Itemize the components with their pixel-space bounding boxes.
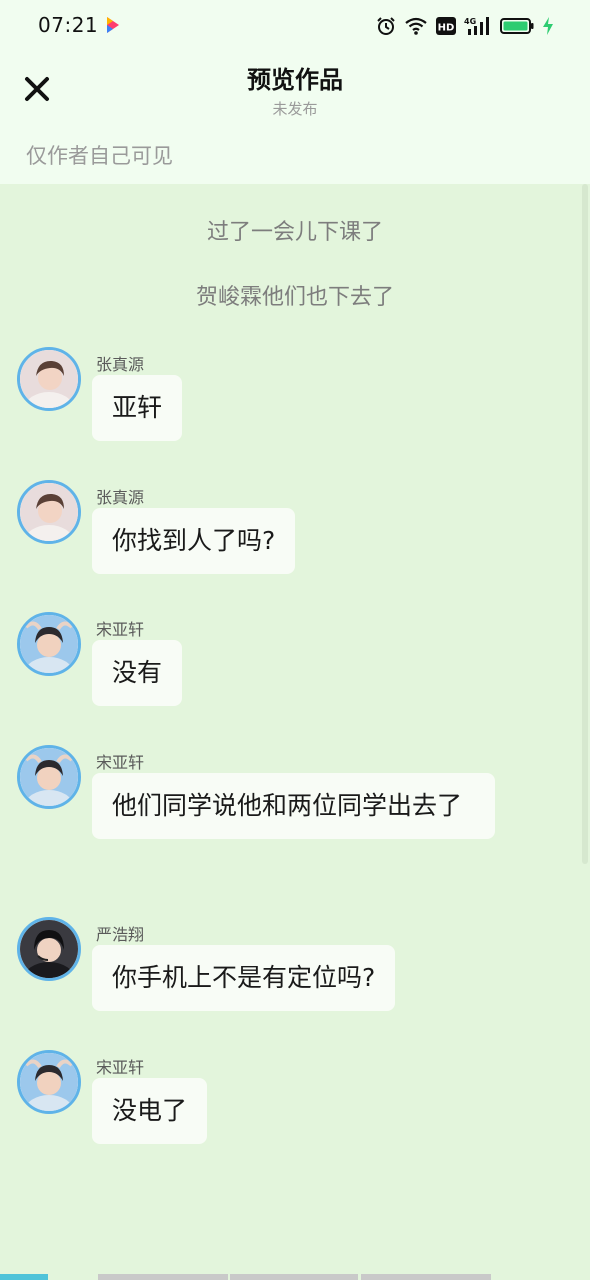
- sender-name: 宋亚轩: [96, 753, 145, 772]
- message-bubble: 没电了: [92, 1078, 208, 1144]
- hd-icon: HD: [436, 17, 456, 35]
- avatar[interactable]: [17, 347, 81, 411]
- header: 预览作品 未发布 仅作者自己可见: [0, 52, 590, 184]
- tab-indicator[interactable]: [361, 1274, 491, 1280]
- avatar[interactable]: [17, 917, 81, 981]
- avatar[interactable]: [17, 480, 81, 544]
- status-time: 07:21: [38, 13, 99, 37]
- wifi-icon: [405, 17, 427, 35]
- publish-status: 未发布: [272, 100, 318, 118]
- message-bubble: 没有: [92, 640, 183, 706]
- sender-name: 张真源: [96, 488, 145, 507]
- message-bubble: 你找到人了吗?: [92, 508, 296, 574]
- battery-icon: [500, 18, 534, 34]
- app-badge-icon: [107, 17, 119, 33]
- bottom-tab-strip: [0, 1274, 590, 1280]
- tab-indicator[interactable]: [230, 1274, 358, 1280]
- visibility-note: 仅作者自己可见: [26, 144, 173, 168]
- hd-label: HD: [438, 23, 455, 34]
- message-bubble: 亚轩: [92, 375, 183, 441]
- signal-4g-icon: 4G: [464, 17, 489, 35]
- charging-icon: [543, 17, 553, 35]
- scrollbar[interactable]: [582, 184, 588, 864]
- network-label: 4G: [464, 17, 476, 26]
- sender-name: 张真源: [96, 355, 145, 374]
- narration-text: 贺峻霖他们也下去了: [195, 285, 394, 310]
- tab-indicator[interactable]: [98, 1274, 228, 1280]
- sender-name: 宋亚轩: [96, 620, 145, 639]
- message-bubble: 你手机上不是有定位吗?: [92, 945, 396, 1011]
- alarm-icon: [377, 17, 395, 35]
- tab-indicator-active[interactable]: [0, 1274, 48, 1280]
- sender-name: 宋亚轩: [96, 1058, 145, 1077]
- status-icons: HD 4G: [376, 14, 554, 38]
- status-bar: 07:21 HD 4G: [0, 0, 590, 52]
- narration-text: 过了一会儿下课了: [206, 220, 383, 245]
- avatar[interactable]: [17, 612, 81, 676]
- avatar[interactable]: [17, 745, 81, 809]
- page-title: 预览作品: [247, 66, 343, 94]
- chat-area[interactable]: 过了一会儿下课了 贺峻霖他们也下去了 张真源 亚轩 张真源 你找到人了吗? 宋亚…: [0, 184, 590, 1274]
- sender-name: 严浩翔: [96, 925, 145, 944]
- message-bubble: 他们同学说他和两位同学出去了: [92, 773, 495, 839]
- avatar[interactable]: [17, 1050, 81, 1114]
